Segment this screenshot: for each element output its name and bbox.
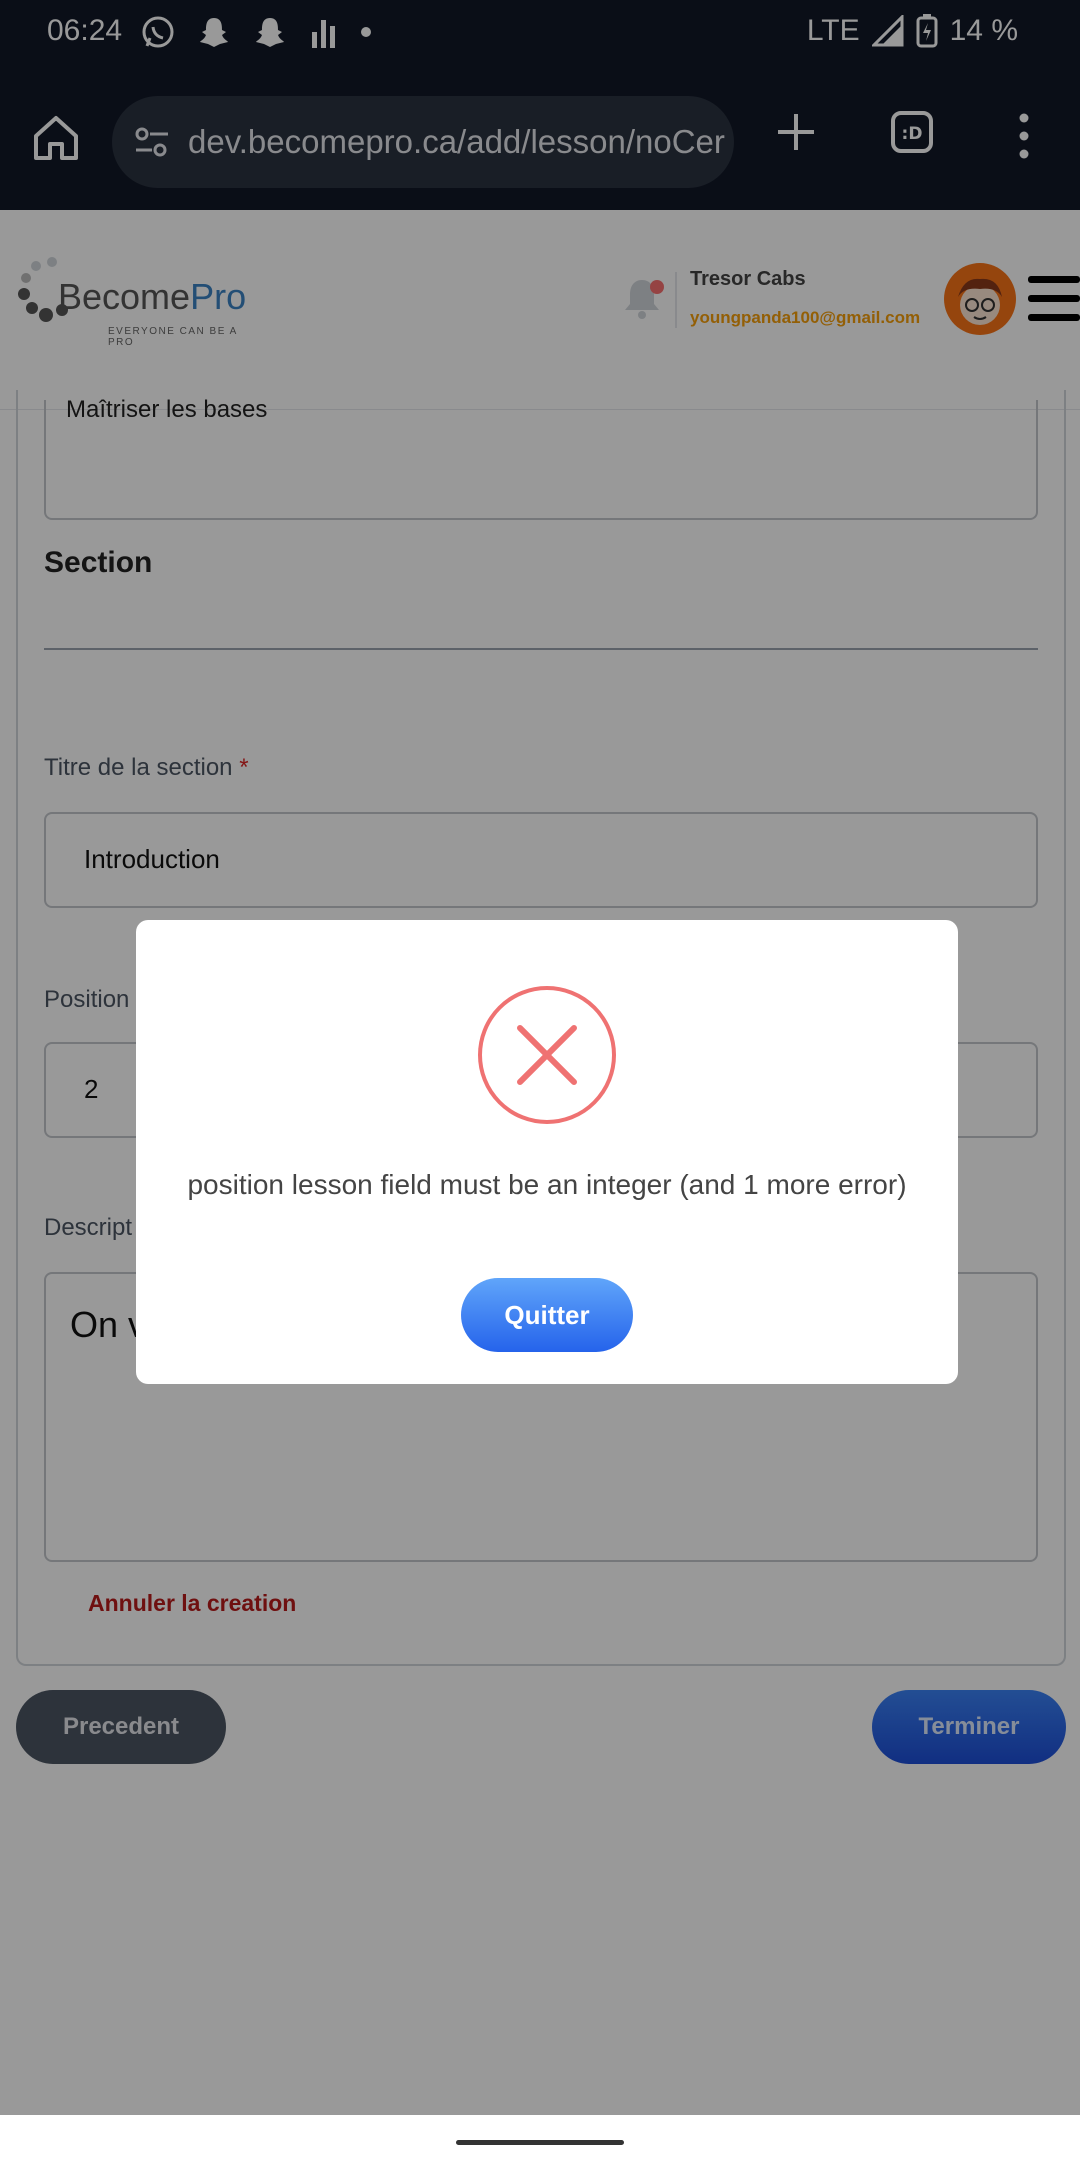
error-message: position lesson field must be an integer… xyxy=(187,1169,907,1200)
home-gesture-handle[interactable] xyxy=(456,2140,624,2145)
quit-button[interactable]: Quitter xyxy=(461,1278,633,1352)
system-nav-bar xyxy=(0,2115,1080,2160)
error-x-icon xyxy=(478,986,616,1124)
error-dialog: position lesson field must be an integer… xyxy=(136,920,958,1384)
modal-backdrop[interactable]: position lesson field must be an integer… xyxy=(0,0,1080,2115)
